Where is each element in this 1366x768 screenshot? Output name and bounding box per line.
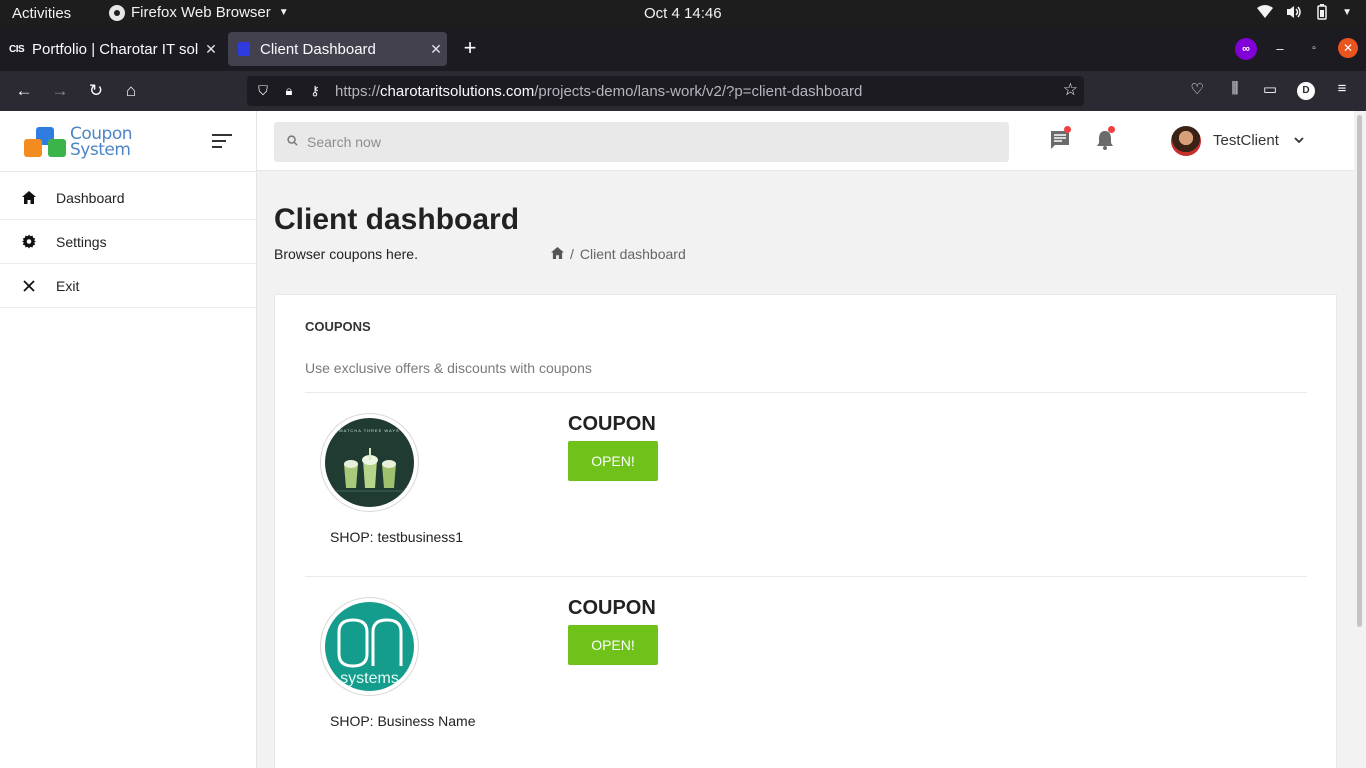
firefox-icon — [109, 4, 125, 21]
sidebar: Coupon System Dashboard Settings Exit — [0, 111, 257, 768]
back-arrow-icon[interactable]: ← — [13, 80, 35, 102]
notifications-bell-icon[interactable] — [1094, 126, 1118, 153]
shop-name: SHOP: testbusiness1 — [330, 529, 464, 545]
shop-image-text: systems — [340, 670, 399, 687]
system-top-bar: Activities Firefox Web Browser ▼ Oct 4 1… — [0, 0, 1366, 27]
coupon-label: COUPON — [568, 413, 656, 435]
divider — [0, 171, 256, 172]
page-title: Client dashboard — [274, 203, 520, 236]
app-header: TestClient — [257, 111, 1354, 171]
close-window-button[interactable]: ✕ — [1338, 38, 1358, 58]
key-icon[interactable]: ⚷ — [305, 83, 325, 99]
system-clock[interactable]: Oct 4 14:46 — [644, 5, 722, 22]
breadcrumb: / Client dashboard — [551, 246, 686, 262]
gear-icon — [22, 234, 36, 249]
browser-tab-strip: CIS Portfolio | Charotar IT sol ✕ Client… — [0, 27, 1366, 71]
bookmark-star-icon[interactable]: ☆ — [1063, 80, 1078, 100]
logo-cube-green — [48, 139, 66, 157]
user-avatar[interactable] — [1171, 126, 1201, 156]
close-tab-icon[interactable]: ✕ — [200, 41, 222, 58]
sidebar-item-exit[interactable]: Exit — [0, 264, 256, 308]
coupon-item: MATCHA THREE WAYS SHOP: testbusiness1 CO… — [305, 393, 1307, 563]
library-icon[interactable]: ⫼ — [1224, 80, 1246, 97]
logo-text: Coupon System — [70, 124, 133, 160]
search-box[interactable] — [274, 122, 1009, 162]
open-coupon-button[interactable]: OPEN! — [568, 441, 658, 481]
lock-icon[interactable]: 🔒︎ — [279, 83, 299, 99]
coupon-item: systems SHOP: Business Name COUPON OPEN! — [305, 577, 1307, 747]
pocket-icon[interactable]: ♡ — [1186, 80, 1208, 98]
minimize-window-button[interactable]: – — [1270, 39, 1290, 59]
sidebar-item-dashboard[interactable]: Dashboard — [0, 176, 256, 220]
tab-client-dashboard[interactable]: Client Dashboard ✕ — [228, 32, 447, 66]
url-bar[interactable]: ⛉ 🔒︎ ⚷ https://charotaritsolutions.com/p… — [247, 76, 1084, 106]
sidebar-item-label: Settings — [56, 233, 107, 250]
system-tray[interactable]: ▼ — [1257, 4, 1352, 20]
maximize-window-button[interactable]: ▫ — [1304, 39, 1324, 59]
web-page: Coupon System Dashboard Settings Exit Se… — [0, 111, 1366, 768]
shop-name: SHOP: Business Name — [330, 713, 476, 729]
page-scrollbar[interactable] — [1354, 111, 1366, 768]
shop-image: systems — [320, 597, 419, 696]
breadcrumb-separator: / — [570, 246, 574, 262]
tab-title: Client Dashboard — [260, 40, 376, 58]
app-menu[interactable]: Firefox Web Browser ▼ — [109, 4, 289, 21]
logo-cube-orange — [24, 139, 42, 157]
messages-icon[interactable] — [1049, 126, 1073, 153]
unread-indicator — [1064, 126, 1071, 133]
wifi-icon — [1257, 5, 1274, 18]
card-description: Use exclusive offers & discounts with co… — [305, 360, 592, 376]
search-input[interactable] — [307, 134, 957, 150]
main-content: Client dashboard Browser coupons here. /… — [257, 172, 1354, 768]
cis-favicon-icon: CIS — [9, 43, 25, 55]
scrollbar-thumb[interactable] — [1357, 115, 1362, 627]
tab-portfolio[interactable]: CIS Portfolio | Charotar IT sol ✕ — [0, 32, 222, 66]
breadcrumb-current: Client dashboard — [579, 246, 686, 262]
sidebar-item-label: Dashboard — [56, 189, 125, 206]
coupons-card: COUPONS Use exclusive offers & discounts… — [274, 294, 1337, 768]
volume-icon — [1287, 6, 1301, 18]
sidebar-item-settings[interactable]: Settings — [0, 220, 256, 264]
close-tab-icon[interactable]: ✕ — [425, 41, 447, 58]
reload-icon[interactable]: ↻ — [85, 80, 107, 102]
caret-down-icon: ▼ — [278, 7, 289, 18]
shield-icon[interactable]: ⛉ — [253, 83, 273, 99]
chevron-down-icon[interactable] — [1293, 133, 1305, 145]
forward-arrow-icon[interactable]: → — [49, 80, 71, 102]
tab-title: Portfolio | Charotar IT sol — [32, 40, 199, 58]
battery-icon — [1317, 4, 1327, 20]
unread-indicator — [1108, 126, 1115, 133]
page-subtitle: Browser coupons here. — [274, 246, 418, 262]
sidebar-toggle-icon[interactable]: ▭ — [1259, 80, 1281, 98]
card-title: COUPONS — [305, 319, 371, 334]
activities-button[interactable]: Activities — [12, 5, 71, 22]
home-icon[interactable] — [551, 246, 564, 262]
url-text[interactable]: https://charotaritsolutions.com/projects… — [335, 83, 862, 100]
home-icon[interactable]: ⌂ — [120, 80, 142, 102]
sidebar-item-label: Exit — [56, 277, 80, 294]
hamburger-menu-icon[interactable] — [212, 134, 232, 152]
home-icon — [22, 191, 36, 204]
user-name[interactable]: TestClient — [1213, 132, 1279, 149]
bootstrap-favicon-icon — [238, 42, 250, 56]
private-browsing-icon: ∞ — [1235, 38, 1257, 60]
search-icon — [287, 133, 301, 151]
coupon-label: COUPON — [568, 597, 656, 619]
menu-icon[interactable]: ≡ — [1331, 80, 1353, 97]
new-tab-button[interactable]: + — [459, 37, 481, 59]
app-menu-label: Firefox Web Browser — [131, 4, 271, 21]
account-avatar[interactable]: D — [1297, 82, 1315, 100]
browser-nav-toolbar: ← → ↻ ⌂ ⛉ 🔒︎ ⚷ https://charotaritsolutio… — [0, 71, 1366, 111]
close-icon — [22, 279, 36, 292]
open-coupon-button[interactable]: OPEN! — [568, 625, 658, 665]
shop-image: MATCHA THREE WAYS — [320, 413, 419, 512]
caret-down-icon: ▼ — [1342, 6, 1352, 18]
coupon-system-logo[interactable]: Coupon System — [24, 125, 134, 161]
